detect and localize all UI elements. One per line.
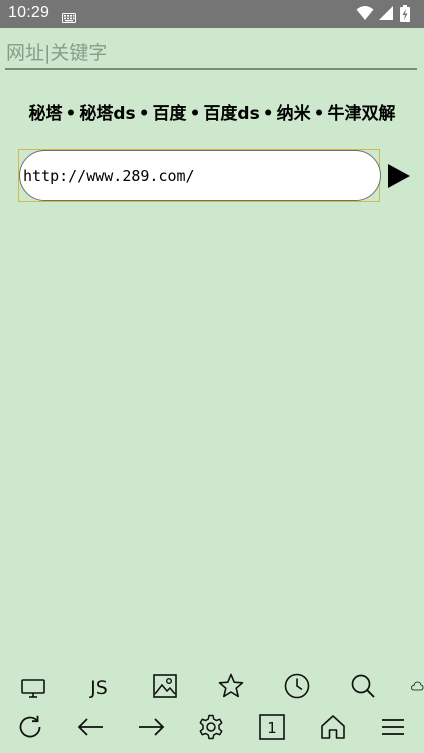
star-icon [218, 673, 244, 698]
find-in-page-button[interactable] [343, 668, 383, 704]
js-label: JS [90, 677, 108, 699]
current-url-text: http://www.289.com/ [23, 167, 195, 185]
tabs-button[interactable]: 1 [252, 709, 292, 745]
signal-icon [379, 6, 393, 20]
bookmark-button[interactable] [211, 668, 251, 704]
separator: • [138, 104, 150, 124]
tab-count-icon: 1 [259, 714, 285, 740]
settings-button[interactable] [191, 709, 231, 745]
quick-link-mita[interactable]: 秘塔 [29, 104, 63, 124]
menu-icon [382, 719, 404, 735]
quick-link-nami[interactable]: 纳米 [277, 104, 311, 124]
cloud-icon [411, 681, 424, 691]
desktop-icon [21, 679, 45, 698]
play-arrow-icon [388, 164, 410, 188]
image-icon [153, 674, 177, 698]
history-button[interactable] [277, 668, 317, 704]
javascript-toggle-button[interactable]: JS [79, 670, 119, 706]
forward-button[interactable] [131, 709, 171, 745]
image-toggle-button[interactable] [145, 668, 185, 704]
quick-link-baidu-ds[interactable]: 百度ds [203, 104, 259, 124]
quick-link-oxford[interactable]: 牛津双解 [327, 104, 395, 124]
wifi-icon [356, 6, 374, 20]
url-input[interactable] [5, 38, 417, 70]
tab-count: 1 [267, 719, 277, 737]
status-time: 10:29 [8, 4, 50, 21]
quick-link-mita-ds[interactable]: 秘塔ds [79, 104, 135, 124]
separator: • [189, 104, 201, 124]
search-icon [351, 674, 375, 698]
back-button[interactable] [71, 709, 111, 745]
home-icon [321, 715, 345, 739]
quick-link-baidu[interactable]: 百度 [153, 104, 187, 124]
separator: • [262, 104, 274, 124]
back-arrow-icon [77, 718, 103, 736]
current-url-pill[interactable]: http://www.289.com/ [19, 150, 381, 201]
menu-button[interactable] [373, 709, 413, 745]
forward-arrow-icon [139, 718, 165, 736]
refresh-icon [19, 715, 41, 738]
status-bar: 10:29 [0, 0, 424, 28]
home-button[interactable] [313, 709, 353, 745]
quick-links: 秘塔 • 秘塔ds • 百度 • 百度ds • 纳米 • 牛津双解 [0, 99, 424, 124]
separator: • [313, 104, 325, 124]
clock-icon [284, 673, 310, 699]
refresh-button[interactable] [10, 709, 50, 745]
settings-icon [199, 714, 223, 740]
battery-icon [400, 5, 410, 22]
current-url-box[interactable]: http://www.289.com/ [18, 149, 381, 202]
keyboard-icon [62, 8, 76, 27]
desktop-mode-button[interactable] [13, 670, 53, 706]
cloud-button[interactable] [410, 668, 424, 704]
go-button[interactable] [386, 162, 412, 190]
separator: • [65, 104, 77, 124]
